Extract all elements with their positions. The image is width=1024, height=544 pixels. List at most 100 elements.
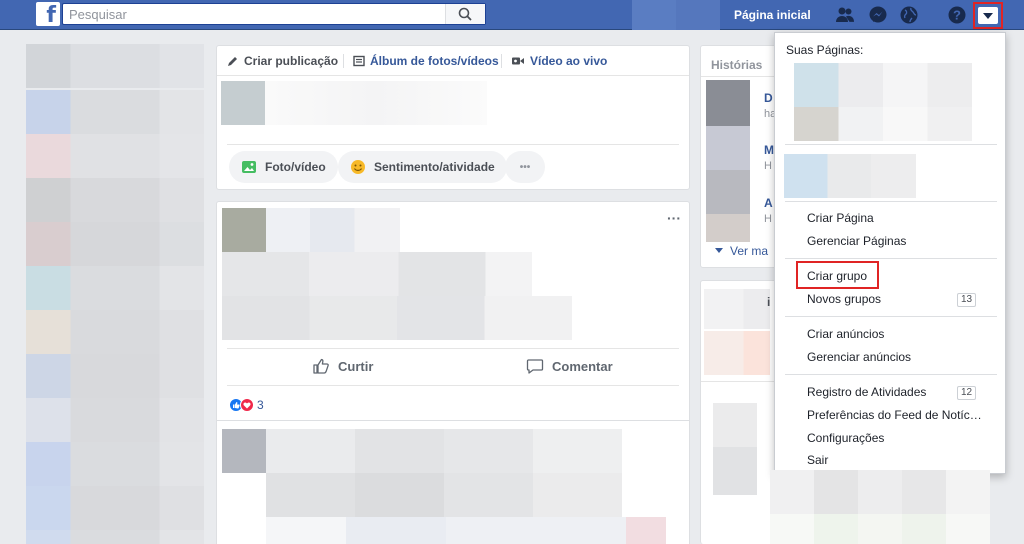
comments-section-divider: [217, 420, 689, 421]
menu-divider: [785, 258, 997, 259]
photo-video-button[interactable]: Foto/vídeo: [229, 151, 338, 183]
tab-photo-album[interactable]: Álbum de fotos/vídeos: [353, 54, 499, 68]
reaction-count: 3: [257, 398, 264, 412]
comment-blurred: [266, 517, 666, 544]
like-button[interactable]: Curtir: [312, 348, 373, 384]
button-label: •••: [519, 161, 531, 173]
sidebar-item-blurred[interactable]: [26, 354, 204, 398]
post-content-blurred: [222, 296, 572, 340]
feeling-activity-button[interactable]: Sentimento/atividade: [338, 151, 507, 183]
sidebar-item-blurred[interactable]: [26, 44, 204, 88]
story-item[interactable]: [706, 126, 750, 170]
svg-text:?: ?: [953, 8, 961, 23]
account-dropdown-menu: Suas Páginas: Criar Página Gerenciar Pág…: [774, 32, 1006, 474]
story-sub: H: [764, 160, 772, 172]
sidebar-item-blurred[interactable]: [26, 266, 204, 310]
composer-tabs: Criar publicação Álbum de fotos/vídeos V…: [217, 46, 689, 76]
chevron-down-icon: [715, 248, 723, 253]
messenger-icon[interactable]: [868, 5, 888, 25]
story-initial: A: [764, 196, 773, 210]
blurred-overlay: [770, 470, 990, 544]
menu-divider: [785, 144, 997, 145]
sidebar-item-blurred[interactable]: [26, 486, 204, 530]
globe-icon[interactable]: [899, 5, 919, 25]
sidebar-item-blurred[interactable]: [26, 134, 204, 178]
right-panel-item-blurred: [713, 403, 757, 447]
post-options-button[interactable]: ···: [667, 210, 681, 226]
sidebar-item-blurred[interactable]: [26, 530, 204, 544]
story-initial: D: [764, 91, 773, 105]
tab-live-video[interactable]: Vídeo ao vivo: [511, 54, 607, 68]
highlight-criar-grupo: [796, 261, 879, 289]
feed-post: ··· 3: [216, 201, 690, 544]
comment-blurred: [266, 429, 622, 473]
story-sub: H: [764, 213, 772, 225]
profile-link-blurred[interactable]: [632, 0, 676, 30]
speech-bubble-icon: [526, 359, 544, 374]
menu-item-criar-anuncios[interactable]: Criar anúncios: [807, 327, 884, 341]
see-more-label: Ver ma: [730, 244, 769, 258]
sidebar-item-blurred[interactable]: [26, 90, 204, 134]
sidebar-item-blurred[interactable]: [26, 178, 204, 222]
smiley-icon: [351, 160, 365, 174]
search-box: [62, 3, 486, 25]
see-more-stories[interactable]: Ver ma: [715, 244, 768, 258]
tab-divider: [343, 54, 344, 68]
more-options-button[interactable]: •••: [505, 151, 545, 183]
home-link[interactable]: Página inicial: [734, 8, 811, 22]
composer-input-blurred[interactable]: [265, 81, 487, 125]
comment-blurred: [266, 473, 622, 517]
tab-create-post[interactable]: Criar publicação: [227, 54, 338, 68]
page-item-blurred[interactable]: [784, 154, 916, 198]
search-button[interactable]: [445, 4, 485, 24]
post-author-avatar-blurred[interactable]: [222, 208, 266, 252]
button-label: Sentimento/atividade: [374, 160, 495, 174]
search-input[interactable]: [69, 4, 439, 24]
composer-divider: [227, 144, 679, 145]
friends-icon[interactable]: [835, 5, 855, 25]
facebook-logo[interactable]: f: [36, 2, 60, 26]
account-menu-button[interactable]: [973, 2, 1003, 29]
menu-item-gerenciar-paginas[interactable]: Gerenciar Páginas: [807, 234, 906, 248]
menu-item-criar-pagina[interactable]: Criar Página: [807, 211, 874, 225]
tab-label: Álbum de fotos/vídeos: [370, 54, 499, 68]
post-content-blurred: [222, 252, 532, 296]
menu-item-preferencias-feed[interactable]: Preferências do Feed de Notíc…: [807, 408, 982, 422]
comment-label: Comentar: [552, 358, 613, 374]
tab-label: Criar publicação: [244, 54, 339, 68]
stories-title: Histórias: [711, 58, 763, 72]
right-panel-text: i: [767, 295, 771, 309]
story-item[interactable]: [706, 214, 750, 242]
sidebar-item-blurred[interactable]: [26, 310, 204, 354]
registro-count-badge: 12: [957, 386, 977, 400]
menu-item-novos-grupos[interactable]: Novos grupos: [807, 292, 881, 306]
album-icon: [353, 55, 365, 67]
comment-button[interactable]: Comentar: [526, 348, 613, 384]
thumbs-up-icon: [313, 358, 329, 374]
top-navigation-bar: f Página inicial ?: [0, 0, 1024, 30]
dropdown-arrow-icon: [983, 13, 993, 19]
page-item-blurred[interactable]: [794, 107, 972, 141]
story-initial: M: [764, 143, 774, 157]
search-icon: [458, 7, 472, 21]
menu-item-configuracoes[interactable]: Configurações: [807, 431, 884, 445]
user-avatar-blurred: [221, 81, 265, 125]
right-panel-item-blurred: [713, 447, 757, 495]
button-label: Foto/vídeo: [265, 160, 326, 174]
help-icon[interactable]: ?: [947, 5, 967, 25]
reactions-summary[interactable]: 3: [229, 398, 264, 412]
page-item-blurred[interactable]: [794, 63, 972, 107]
sidebar-item-blurred[interactable]: [26, 442, 204, 486]
sidebar-item-blurred[interactable]: [26, 222, 204, 266]
menu-item-gerenciar-anuncios[interactable]: Gerenciar anúncios: [807, 350, 911, 364]
like-label: Curtir: [338, 358, 374, 374]
menu-item-registro-atividades[interactable]: Registro de Atividades: [807, 385, 926, 399]
post-author-name-blurred[interactable]: [266, 208, 400, 252]
story-item[interactable]: [706, 80, 750, 126]
sidebar-item-blurred[interactable]: [26, 398, 204, 442]
video-camera-icon: [512, 57, 524, 65]
story-item[interactable]: [706, 170, 750, 214]
menu-item-sair[interactable]: Sair: [807, 453, 828, 467]
tab-label: Vídeo ao vivo: [530, 54, 608, 68]
comment-avatar-blurred: [222, 429, 266, 473]
